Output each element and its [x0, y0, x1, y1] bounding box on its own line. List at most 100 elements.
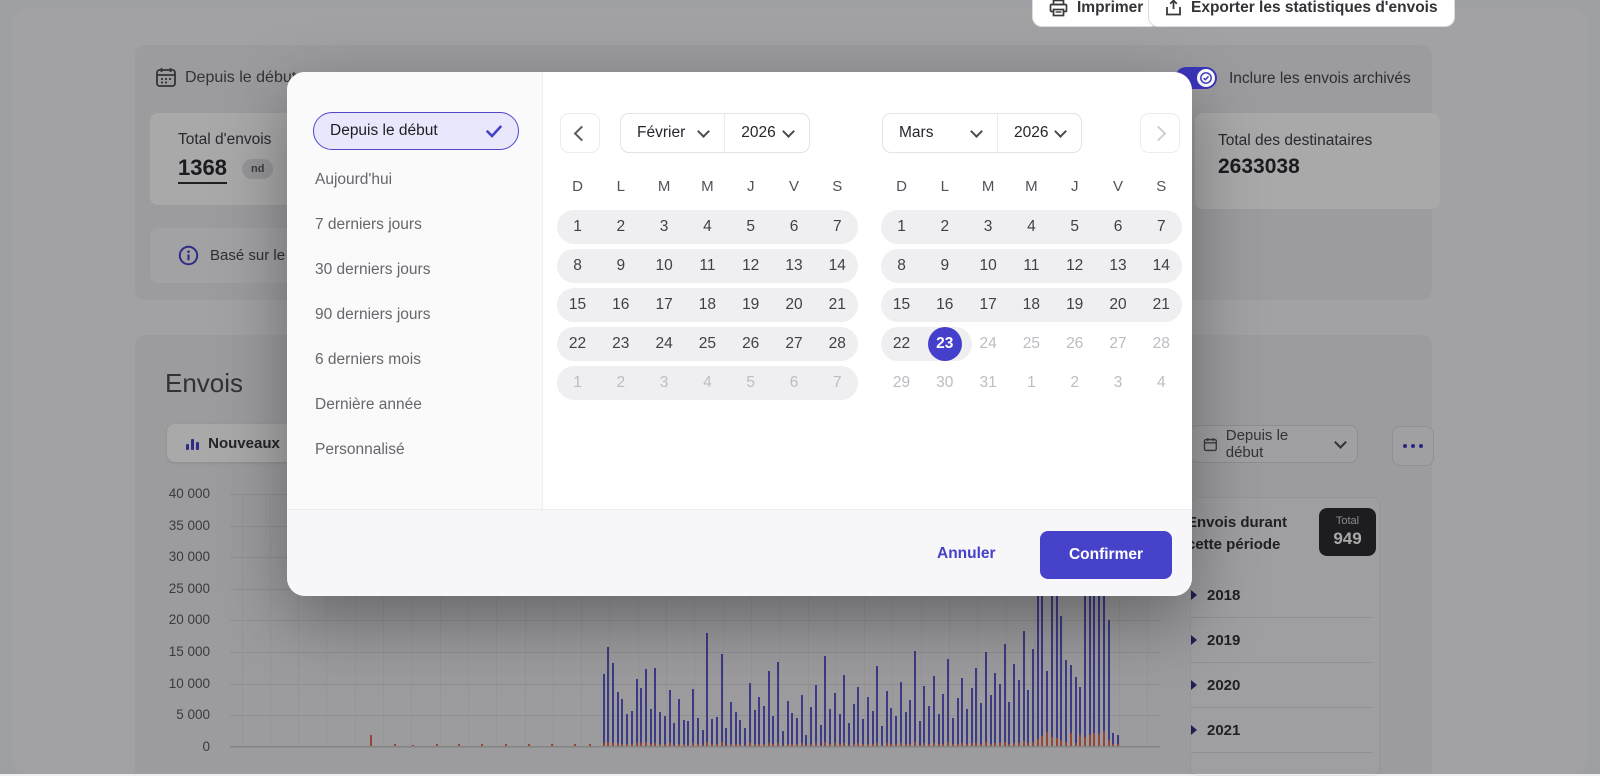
- day-cell[interactable]: 4: [686, 210, 729, 244]
- day-cell[interactable]: 13: [1097, 249, 1140, 283]
- day-cell[interactable]: 15: [556, 288, 599, 322]
- day-cell[interactable]: 24: [967, 327, 1010, 361]
- day-cell[interactable]: 9: [599, 249, 642, 283]
- day-cell[interactable]: 14: [816, 249, 859, 283]
- day-cell[interactable]: 10: [967, 249, 1010, 283]
- day-cell[interactable]: 4: [1010, 210, 1053, 244]
- day-cell[interactable]: 31: [967, 366, 1010, 400]
- day-cell[interactable]: 18: [686, 288, 729, 322]
- day-cell[interactable]: 1: [880, 210, 923, 244]
- preset-option[interactable]: Personnalisé: [315, 441, 405, 459]
- day-cell[interactable]: 17: [643, 288, 686, 322]
- day-cell[interactable]: 8: [880, 249, 923, 283]
- day-cell[interactable]: 4: [686, 366, 729, 400]
- day-cell[interactable]: 14: [1140, 249, 1183, 283]
- day-cell[interactable]: 10: [643, 249, 686, 283]
- preset-option[interactable]: 30 derniers jours: [315, 261, 430, 279]
- archived-toggle-label: Inclure les envois archivés: [1229, 70, 1411, 88]
- weekday-header: D: [880, 178, 923, 195]
- year-dropdown-left[interactable]: 2026: [725, 114, 808, 152]
- printer-icon: [1049, 0, 1068, 17]
- day-cell[interactable]: 25: [1010, 327, 1053, 361]
- year-dropdown-right[interactable]: 2026: [998, 114, 1081, 152]
- day-cell[interactable]: 1: [556, 210, 599, 244]
- day-cell[interactable]: 2: [923, 210, 966, 244]
- day-cell[interactable]: 5: [729, 366, 772, 400]
- day-cell[interactable]: 19: [1053, 288, 1096, 322]
- day-cell[interactable]: 2: [599, 210, 642, 244]
- day-cell[interactable]: 9: [923, 249, 966, 283]
- print-button[interactable]: Imprimer: [1032, 0, 1160, 27]
- day-cell[interactable]: 1: [556, 366, 599, 400]
- day-cell[interactable]: 11: [1010, 249, 1053, 283]
- cancel-button[interactable]: Annuler: [937, 545, 996, 563]
- day-cell[interactable]: 1: [1010, 366, 1053, 400]
- next-month-button[interactable]: [1140, 113, 1180, 153]
- day-cell[interactable]: 16: [599, 288, 642, 322]
- preset-option[interactable]: 7 derniers jours: [315, 216, 422, 234]
- day-cell[interactable]: 18: [1010, 288, 1053, 322]
- month-dropdown-left[interactable]: Février: [621, 114, 724, 152]
- day-cell[interactable]: 26: [729, 327, 772, 361]
- day-cell[interactable]: 28: [816, 327, 859, 361]
- print-button-label: Imprimer: [1077, 0, 1143, 17]
- day-cell[interactable]: 25: [686, 327, 729, 361]
- day-cell[interactable]: 19: [729, 288, 772, 322]
- day-cell[interactable]: 15: [880, 288, 923, 322]
- modal-footer: Annuler Confirmer: [287, 509, 1192, 596]
- day-cell[interactable]: 28: [1140, 327, 1183, 361]
- day-cell[interactable]: 23: [599, 327, 642, 361]
- export-button[interactable]: Exporter les statistiques d'envois: [1148, 0, 1455, 27]
- day-cell[interactable]: 3: [1097, 366, 1140, 400]
- preset-option[interactable]: Aujourd'hui: [315, 171, 392, 189]
- day-cell[interactable]: 2: [1053, 366, 1096, 400]
- day-cell[interactable]: 16: [923, 288, 966, 322]
- year-left: 2026: [741, 124, 775, 142]
- day-cell[interactable]: 7: [816, 210, 859, 244]
- day-cell[interactable]: 13: [773, 249, 816, 283]
- day-cell[interactable]: 20: [773, 288, 816, 322]
- preset-label: Depuis le début: [330, 122, 438, 140]
- day-cell[interactable]: 6: [773, 210, 816, 244]
- prev-month-button[interactable]: [560, 113, 600, 153]
- day-cell[interactable]: 26: [1053, 327, 1096, 361]
- day-cell[interactable]: 5: [1053, 210, 1096, 244]
- day-cell[interactable]: 22: [880, 327, 923, 361]
- day-cell[interactable]: 20: [1097, 288, 1140, 322]
- day-cell[interactable]: 3: [967, 210, 1010, 244]
- weekday-header: J: [1053, 178, 1096, 195]
- day-cell[interactable]: 11: [686, 249, 729, 283]
- preset-option-selected[interactable]: Depuis le début: [313, 112, 519, 150]
- day-cell[interactable]: 21: [816, 288, 859, 322]
- day-cell[interactable]: 3: [643, 210, 686, 244]
- day-cell[interactable]: 17: [967, 288, 1010, 322]
- preset-option[interactable]: Dernière année: [315, 396, 422, 414]
- day-cell[interactable]: 29: [880, 366, 923, 400]
- day-cell[interactable]: 6: [773, 366, 816, 400]
- day-cell[interactable]: 30: [923, 366, 966, 400]
- day-cell[interactable]: 24: [643, 327, 686, 361]
- day-cell[interactable]: 4: [1140, 366, 1183, 400]
- day-cell[interactable]: 2: [599, 366, 642, 400]
- day-cell[interactable]: 27: [773, 327, 816, 361]
- day-cell[interactable]: 12: [729, 249, 772, 283]
- day-cell[interactable]: 5: [729, 210, 772, 244]
- day-cell[interactable]: 6: [1097, 210, 1140, 244]
- day-cell[interactable]: 8: [556, 249, 599, 283]
- day-cell[interactable]: 22: [556, 327, 599, 361]
- day-cell[interactable]: 7: [1140, 210, 1183, 244]
- weekday-header: D: [556, 178, 599, 195]
- preset-option[interactable]: 6 derniers mois: [315, 351, 421, 369]
- day-cell[interactable]: 7: [816, 366, 859, 400]
- day-cell[interactable]: 21: [1140, 288, 1183, 322]
- day-cell[interactable]: 3: [643, 366, 686, 400]
- weekday-header: L: [599, 178, 642, 195]
- day-cell[interactable]: 12: [1053, 249, 1096, 283]
- month-dropdown-right[interactable]: Mars: [883, 114, 997, 152]
- export-icon: [1165, 0, 1182, 17]
- preset-option[interactable]: 90 derniers jours: [315, 306, 430, 324]
- day-cell[interactable]: 27: [1097, 327, 1140, 361]
- confirm-button[interactable]: Confirmer: [1040, 531, 1172, 579]
- check-icon: [486, 125, 502, 138]
- day-cell-selected[interactable]: 23: [923, 327, 966, 361]
